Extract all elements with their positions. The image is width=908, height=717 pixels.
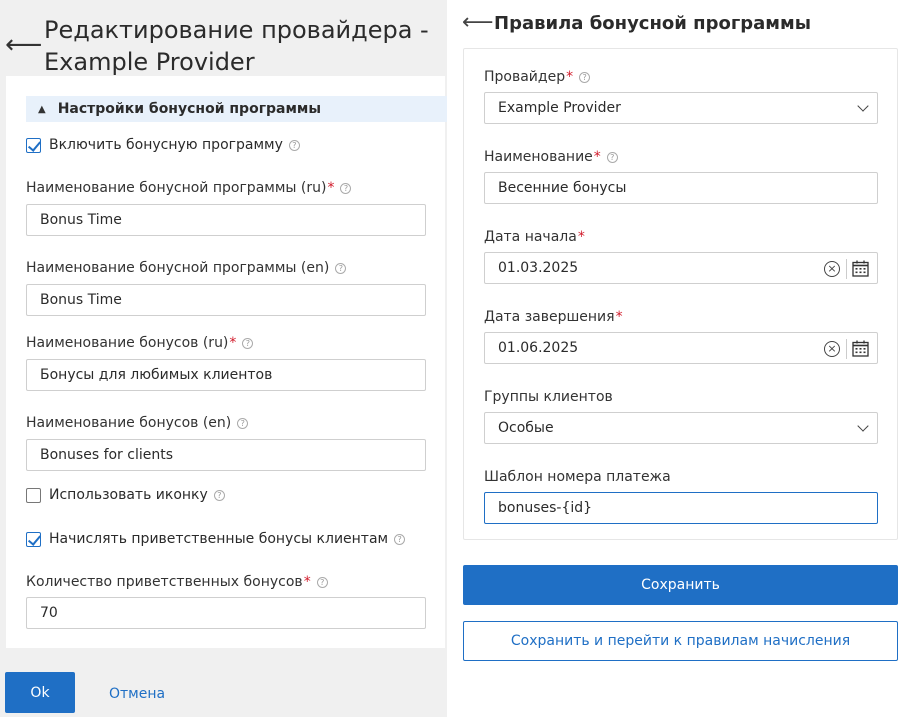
program-name-en-input[interactable]: Bonus Time [26, 284, 426, 316]
checkbox-label: Включить бонусную программу [49, 137, 283, 153]
required-mark: * [327, 180, 335, 196]
help-icon[interactable]: ? [606, 151, 618, 163]
required-mark: * [593, 149, 601, 165]
checkbox-checked-icon[interactable] [26, 137, 41, 153]
save-button[interactable]: Сохранить [463, 565, 898, 605]
bonus-rules-form: Провайдер * ? Example Provider Наименован… [463, 48, 898, 540]
calendar-icon[interactable] [852, 260, 869, 277]
label-text: Наименование [484, 149, 593, 165]
help-icon[interactable]: ? [237, 417, 249, 429]
client-groups-select[interactable]: Особые [484, 412, 878, 444]
help-icon[interactable]: ? [213, 489, 225, 501]
payment-template-input[interactable]: bonuses-{id} [484, 492, 878, 524]
required-mark: * [577, 229, 585, 245]
back-arrow-icon[interactable]: ⟵ [462, 10, 494, 36]
divider [846, 259, 847, 279]
label-text: Группы клиентов [484, 389, 613, 405]
label-text: Дата начала [484, 229, 577, 245]
required-mark: * [303, 574, 311, 590]
select-value: Особые [498, 420, 554, 436]
help-icon[interactable]: ? [288, 139, 300, 151]
checkbox-label: Использовать иконку [49, 487, 208, 503]
bonus-name-ru-input[interactable]: Бонусы для любимых клиентов [26, 359, 426, 391]
welcome-amount-input[interactable]: 70 [26, 597, 426, 629]
help-icon[interactable]: ? [579, 71, 591, 83]
required-mark: * [615, 309, 623, 325]
date-value: 01.03.2025 [498, 260, 579, 276]
chevron-down-icon [857, 100, 869, 112]
payment-template-label: Шаблон номера платежа [484, 469, 671, 485]
start-date-label: Дата начала * [484, 229, 585, 245]
start-date-input[interactable]: 01.03.2025 × [484, 252, 878, 284]
client-groups-label: Группы клиентов [484, 389, 613, 405]
label-text: Наименование бонусов (ru) [26, 335, 229, 351]
cancel-button[interactable]: Отмена [109, 686, 165, 702]
page-title: Редактирование провайдера - Example Prov… [44, 16, 429, 76]
required-mark: * [566, 69, 574, 85]
back-arrow-icon[interactable]: ⟵ [5, 32, 42, 58]
checkbox-label: Начислять приветственные бонусы клиентам [49, 531, 389, 547]
help-icon[interactable]: ? [394, 533, 406, 545]
panel-title: Правила бонусной программы [494, 13, 811, 34]
label-text: Провайдер [484, 69, 566, 85]
help-icon[interactable]: ? [340, 182, 352, 194]
provider-label: Провайдер * ? [484, 69, 591, 85]
select-value: Example Provider [498, 100, 621, 116]
program-name-en-label: Наименование бонусной программы (en) ? [26, 260, 347, 276]
provider-edit-panel: ⟵ Редактирование провайдера - Example Pr… [0, 0, 447, 717]
program-name-ru-label: Наименование бонусной программы (ru) * ? [26, 180, 352, 196]
clear-icon[interactable]: × [824, 341, 840, 357]
clear-icon[interactable]: × [824, 261, 840, 277]
welcome-amount-label: Количество приветственных бонусов * ? [26, 574, 328, 590]
bonus-settings-card: ▲ Настройки бонусной программы Включить … [6, 76, 447, 648]
use-icon-checkbox[interactable]: Использовать иконку ? [26, 487, 225, 503]
date-value: 01.06.2025 [498, 340, 579, 356]
bonus-name-en-input[interactable]: Bonuses for clients [26, 439, 426, 471]
help-icon[interactable]: ? [316, 576, 328, 588]
enable-bonus-program-checkbox[interactable]: Включить бонусную программу ? [26, 137, 300, 153]
name-label: Наименование * ? [484, 149, 618, 165]
required-mark: * [229, 335, 237, 351]
section-title: Настройки бонусной программы [57, 101, 322, 117]
bonus-name-en-label: Наименование бонусов (en) ? [26, 415, 249, 431]
ok-button[interactable]: Ok [5, 672, 75, 713]
checkbox-unchecked-icon[interactable] [26, 487, 41, 503]
save-and-go-to-rules-button[interactable]: Сохранить и перейти к правилам начислени… [463, 621, 898, 661]
provider-select[interactable]: Example Provider [484, 92, 878, 124]
name-input[interactable]: Весенние бонусы [484, 172, 878, 204]
welcome-bonus-checkbox[interactable]: Начислять приветственные бонусы клиентам… [26, 531, 406, 547]
label-text: Наименование бонусной программы (en) [26, 260, 330, 276]
help-icon[interactable]: ? [335, 262, 347, 274]
program-name-ru-input[interactable]: Bonus Time [26, 204, 426, 236]
help-icon[interactable]: ? [242, 337, 254, 349]
end-date-input[interactable]: 01.06.2025 × [484, 332, 878, 364]
chevron-up-icon: ▲ [38, 103, 46, 115]
section-toggle-bonus-settings[interactable]: ▲ Настройки бонусной программы [26, 96, 447, 122]
label-text: Наименование бонусной программы (ru) [26, 180, 327, 196]
chevron-down-icon [857, 420, 869, 432]
label-text: Шаблон номера платежа [484, 469, 671, 485]
label-text: Дата завершения [484, 309, 615, 325]
checkbox-checked-icon[interactable] [26, 531, 41, 547]
label-text: Количество приветственных бонусов [26, 574, 303, 590]
label-text: Наименование бонусов (en) [26, 415, 232, 431]
calendar-icon[interactable] [852, 340, 869, 357]
bonus-name-ru-label: Наименование бонусов (ru) * ? [26, 335, 254, 351]
divider [846, 339, 847, 359]
end-date-label: Дата завершения * [484, 309, 623, 325]
